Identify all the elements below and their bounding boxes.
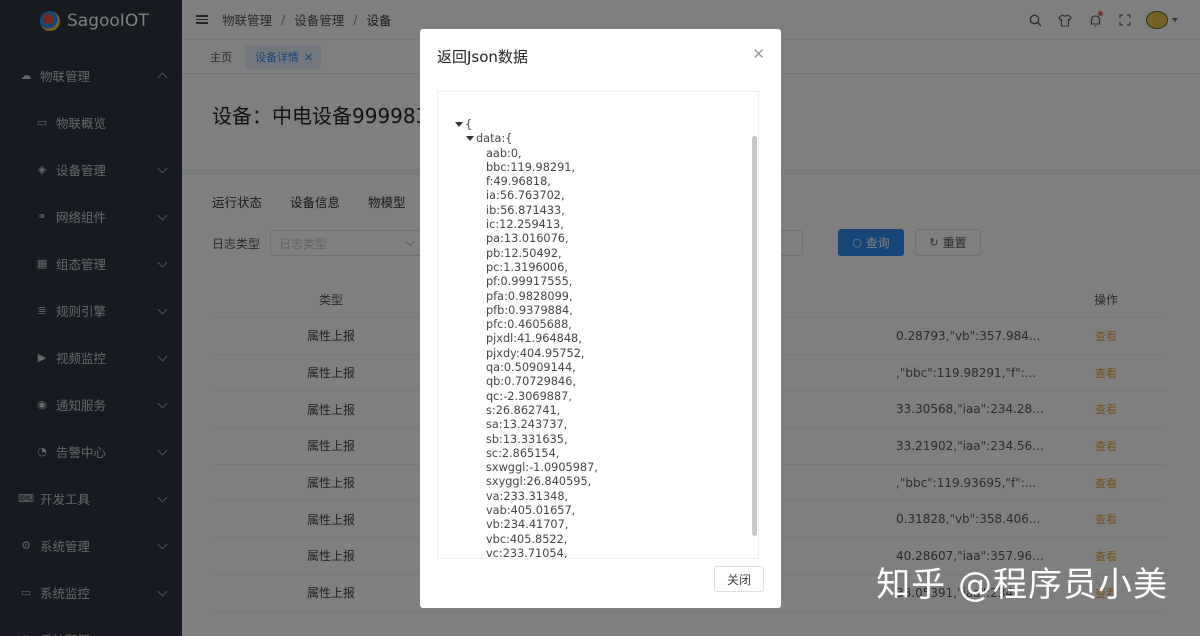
json-line: pfa:0.9828099, (486, 289, 573, 303)
close-icon[interactable]: ✕ (752, 45, 765, 63)
json-root: { (455, 118, 598, 132)
json-line: ic:12.259413, (486, 218, 564, 232)
json-line: pc:1.3196006, (486, 260, 568, 274)
json-line: pfb:0.9379884, (486, 303, 573, 317)
json-line: f:49.96818, (486, 175, 551, 189)
json-line: vc:233.71054, (486, 546, 568, 559)
json-line: qb:0.70729846, (486, 375, 577, 389)
json-line: pa:13.016076, (486, 232, 569, 246)
json-dialog: 返回Json数据 ✕ { data:{ aab:0, bbc:119.98291,… (420, 29, 781, 608)
json-line: vab:405.01657, (486, 504, 576, 518)
json-line: aab:0, (486, 146, 522, 160)
json-line: sxwggl:-1.0905987, (486, 461, 598, 475)
scrollbar[interactable] (752, 136, 757, 536)
json-line: bbc:119.98291, (486, 160, 576, 174)
json-tree: { data:{ aab:0, bbc:119.98291, f:49.96818,… (455, 118, 598, 559)
dialog-title: 返回Json数据 (437, 48, 528, 66)
json-line: sa:13.243737, (486, 418, 568, 432)
json-line: qc:-2.3069887, (486, 389, 572, 403)
json-viewer: { data:{ aab:0, bbc:119.98291, f:49.96818,… (437, 91, 759, 559)
json-line: sb:13.331635, (486, 432, 568, 446)
json-line: pjxdl:41.964848, (486, 332, 582, 346)
json-line: sc:2.865154, (486, 446, 560, 460)
json-data-node: data:{ (455, 132, 598, 146)
caret-down-icon[interactable] (466, 136, 474, 142)
json-line: pfc:0.4605688, (486, 318, 572, 332)
close-button[interactable]: 关闭 (714, 566, 764, 592)
json-line: vbc:405.8522, (486, 532, 568, 546)
json-line: pf:0.99917555, (486, 275, 573, 289)
json-line: s:26.862741, (486, 403, 561, 417)
caret-down-icon[interactable] (455, 122, 463, 127)
json-line: va:233.31348, (486, 489, 569, 503)
json-line: qa:0.50909144, (486, 361, 576, 375)
json-line: ia:56.763702, (486, 189, 565, 203)
json-line: vb:234.41707, (486, 518, 569, 532)
json-line: pb:12.50492, (486, 246, 562, 260)
json-line: pjxdy:404.95752, (486, 346, 585, 360)
json-items: aab:0, bbc:119.98291, f:49.96818, ia:56.763… (455, 146, 598, 559)
watermark: 知乎 @程序员小美 (876, 565, 1168, 605)
json-line: ib:56.871433, (486, 203, 565, 217)
json-line: sxyggl:26.840595, (486, 475, 592, 489)
